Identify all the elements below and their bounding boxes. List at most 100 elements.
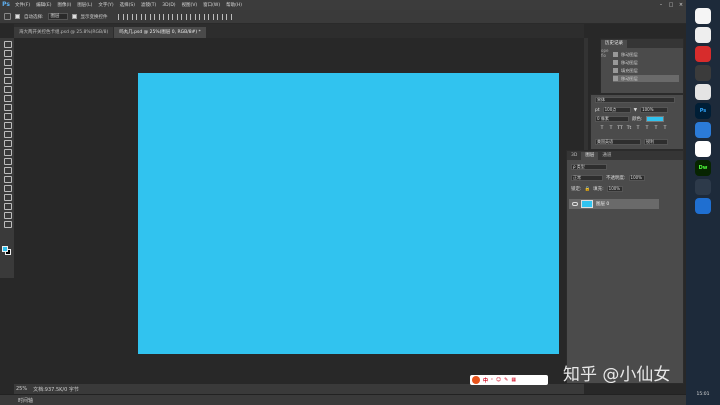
zoom-tool-icon[interactable] [3, 211, 12, 219]
distribute-right-icon[interactable] [216, 13, 223, 20]
leading-field[interactable]: 100% [640, 107, 669, 113]
app-task-icon[interactable] [695, 141, 711, 157]
history-brush-tool-icon[interactable] [3, 121, 12, 129]
gradient-tool-icon[interactable] [3, 139, 12, 147]
hand-tool-icon[interactable] [3, 202, 12, 210]
distribute-top-icon[interactable] [171, 13, 178, 20]
ps-task-icon[interactable]: Ps [695, 103, 711, 119]
distribute-bottom-icon[interactable] [189, 13, 196, 20]
align-bottom-icon[interactable] [135, 13, 142, 20]
menu-filter[interactable]: 滤镜(T) [138, 2, 159, 8]
ime-keyboard-icon[interactable]: ▦ [511, 377, 516, 383]
timeline-tab[interactable]: 时间轴 [18, 397, 33, 404]
language-select[interactable]: 美国英语 [595, 139, 641, 145]
align-top-icon[interactable] [117, 13, 124, 20]
tracking-field[interactable]: 0 像素 [595, 116, 629, 122]
app-task-icon[interactable] [695, 27, 711, 43]
ime-punct[interactable]: · [491, 377, 493, 383]
foreground-color-swatch[interactable] [2, 246, 8, 252]
distribute-left-icon[interactable] [198, 13, 205, 20]
small-caps-button[interactable]: Tt [626, 126, 632, 132]
doc-tab-1[interactable]: 海大两开关控色卡组.psd @ 25.8%(RGB/8) [14, 27, 114, 38]
ime-emoji-icon[interactable]: ☺ [496, 377, 501, 383]
distribute-middle-icon[interactable] [180, 13, 187, 20]
shape-tool-icon[interactable] [3, 193, 12, 201]
crop-tool-icon[interactable] [3, 76, 12, 84]
layer-row[interactable]: 图层 0 [569, 199, 659, 209]
healing-brush-tool-icon[interactable] [3, 94, 12, 102]
document-canvas[interactable] [138, 73, 559, 354]
subscript-button[interactable]: T [644, 126, 650, 132]
bold-button[interactable]: T [599, 126, 605, 132]
app-task-icon[interactable] [695, 122, 711, 138]
move-tool-icon[interactable] [3, 40, 12, 48]
move-tool-icon[interactable] [4, 13, 11, 20]
tray-clock[interactable]: 15:01 [686, 392, 720, 397]
close-button[interactable]: × [676, 0, 686, 10]
maximize-button[interactable]: □ [666, 0, 676, 10]
eye-icon[interactable] [572, 202, 578, 206]
menu-type[interactable]: 文字(Y) [95, 2, 116, 8]
align-left-icon[interactable] [144, 13, 151, 20]
menu-edit[interactable]: 编辑(E) [33, 2, 54, 8]
superscript-button[interactable]: T [635, 126, 641, 132]
italic-button[interactable]: T [608, 126, 614, 132]
font-size-field[interactable]: 100点 [602, 107, 631, 113]
align-middle-icon[interactable] [126, 13, 133, 20]
more-tools-icon[interactable] [3, 220, 12, 228]
zoom-level[interactable]: 25% [16, 386, 27, 392]
strikethrough-button[interactable]: T [662, 126, 668, 132]
history-item[interactable]: 填充图层 [613, 67, 679, 74]
blur-tool-icon[interactable] [3, 148, 12, 156]
app-task-icon[interactable] [695, 198, 711, 214]
menu-3d[interactable]: 3D(D) [159, 3, 178, 8]
brush-tool-icon[interactable] [3, 103, 12, 111]
pen-tool-icon[interactable] [3, 166, 12, 174]
menu-layer[interactable]: 图层(L) [74, 2, 95, 8]
fill-field[interactable]: 100% [606, 186, 623, 192]
auto-select-checkbox[interactable] [15, 14, 20, 19]
app-task-icon[interactable] [695, 8, 711, 24]
eraser-tool-icon[interactable] [3, 130, 12, 138]
opacity-field[interactable]: 100% [628, 175, 645, 181]
font-family-field[interactable]: 宋体 [595, 97, 675, 103]
lock-icon[interactable]: 🔒 [585, 187, 591, 192]
ime-handwrite-icon[interactable]: ✎ [504, 377, 508, 383]
type-tool-icon[interactable] [3, 175, 12, 183]
clone-stamp-tool-icon[interactable] [3, 112, 12, 120]
sogou-icon[interactable] [472, 376, 480, 384]
menu-image[interactable]: 图像(I) [54, 2, 74, 8]
minimize-button[interactable]: – [656, 0, 666, 10]
app-task-icon[interactable] [695, 84, 711, 100]
align-center-icon[interactable] [153, 13, 160, 20]
layer-filter-select[interactable]: ρ 类型 [571, 164, 607, 170]
history-item[interactable]: 移动图层 [613, 51, 679, 58]
tab-history[interactable]: 历史记录 [601, 40, 627, 48]
menu-help[interactable]: 帮助(H) [223, 2, 245, 8]
underline-button[interactable]: T [653, 126, 659, 132]
text-color-swatch[interactable] [645, 116, 664, 122]
auto-select-dropdown[interactable]: 图层 [47, 13, 68, 20]
history-item[interactable]: 移动图层 [613, 59, 679, 66]
auto-align-icon[interactable] [225, 13, 232, 20]
app-task-icon[interactable] [695, 179, 711, 195]
ime-mode[interactable]: 中 [483, 377, 488, 384]
menu-view[interactable]: 视图(V) [179, 2, 201, 8]
path-select-tool-icon[interactable] [3, 184, 12, 192]
menu-file[interactable]: 文件(F) [12, 2, 33, 8]
blend-mode-select[interactable]: 正常 [571, 175, 603, 181]
dw-task-icon[interactable]: Dw [695, 160, 711, 176]
all-caps-button[interactable]: TT [617, 126, 623, 132]
align-right-icon[interactable] [162, 13, 169, 20]
tab-channels[interactable]: 通道 [598, 152, 615, 160]
menu-select[interactable]: 选择(S) [117, 2, 138, 8]
marquee-tool-icon[interactable] [3, 49, 12, 57]
quick-select-tool-icon[interactable] [3, 67, 12, 75]
dodge-tool-icon[interactable] [3, 157, 12, 165]
lasso-tool-icon[interactable] [3, 58, 12, 66]
doc-tab-2[interactable]: 吗丸几.psd @ 25%(图层 0, RGB/8#) * [114, 27, 206, 38]
tab-3d[interactable]: 3D [567, 152, 581, 160]
netease-music-icon[interactable] [695, 46, 711, 62]
antialias-select[interactable]: 锐利 [644, 139, 668, 145]
app-task-icon[interactable] [695, 65, 711, 81]
